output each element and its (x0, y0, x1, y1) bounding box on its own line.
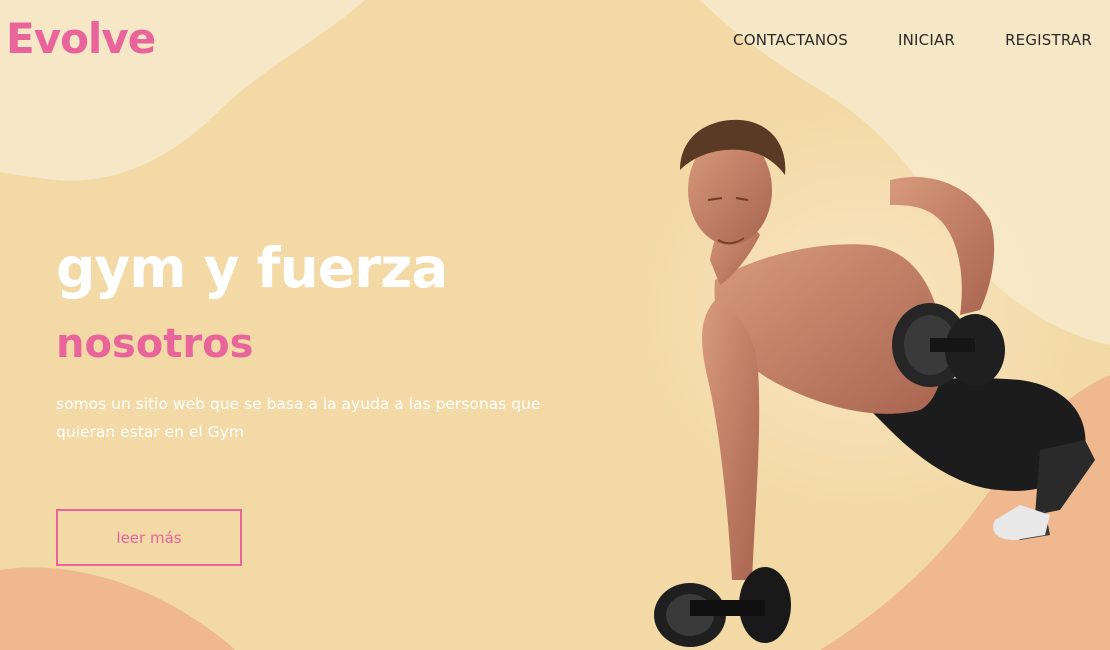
hero-description: somos un sitio web que se basa a la ayud… (56, 395, 541, 441)
nav-links: CONTACTANOS INICIAR REGISTRAR (733, 31, 1092, 49)
brand-logo[interactable]: Evolve (6, 18, 156, 60)
dumbbell-lower (654, 567, 791, 647)
read-more-button[interactable]: leer más (56, 509, 242, 566)
nav-item-contactanos[interactable]: CONTACTANOS (733, 31, 848, 49)
hero-subtitle: nosotros (56, 321, 254, 367)
top-navigation: Evolve CONTACTANOS INICIAR REGISTRAR (0, 0, 1110, 82)
hero-section: gym y fuerza nosotros somos un sitio web… (56, 232, 576, 446)
nav-item-iniciar[interactable]: INICIAR (898, 31, 955, 49)
hero-title: gym y fuerza (56, 236, 448, 300)
athlete-image (640, 110, 1095, 647)
nav-item-registrar[interactable]: REGISTRAR (1005, 31, 1092, 49)
